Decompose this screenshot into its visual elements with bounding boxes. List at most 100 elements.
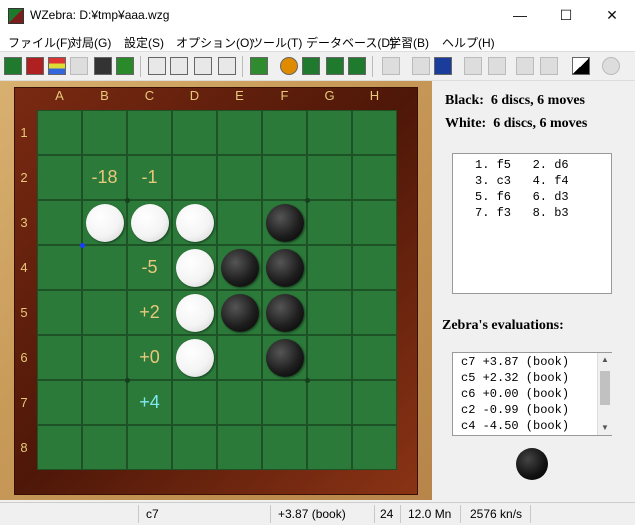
board-cell-a2[interactable] (37, 155, 82, 200)
menu-settings[interactable]: 設定(S) (124, 34, 164, 51)
board-cell-f2[interactable] (262, 155, 307, 200)
board-cell-g8[interactable] (307, 425, 352, 470)
scroll-down-icon[interactable]: ▼ (598, 421, 612, 435)
board-cell-b1[interactable] (82, 110, 127, 155)
board-cell-g2[interactable] (307, 155, 352, 200)
board-cell-h8[interactable] (352, 425, 397, 470)
move-list[interactable]: 1. f5 2. d6 3. c3 4. f4 5. f6 6. d3 7. f… (452, 153, 612, 294)
first-move-icon (412, 57, 430, 75)
book-icon[interactable] (26, 57, 44, 75)
board-cell-g4[interactable] (307, 245, 352, 290)
othello-board[interactable]: -18 -1 -5 +2 +0 +4 (37, 110, 397, 470)
minimize-button[interactable]: — (497, 0, 543, 31)
refresh-icon[interactable] (348, 57, 366, 75)
board-cell-a6[interactable] (37, 335, 82, 380)
board-cell-e1[interactable] (217, 110, 262, 155)
row-label: 3 (20, 215, 28, 230)
board-cell-h3[interactable] (352, 200, 397, 245)
menu-learn[interactable]: 学習(B) (389, 34, 429, 51)
board-cell-b8[interactable] (82, 425, 127, 470)
color-toggle-icon[interactable] (572, 57, 590, 75)
stack-icon[interactable] (48, 57, 66, 75)
board-cell-h4[interactable] (352, 245, 397, 290)
board-icon[interactable] (302, 57, 320, 75)
menu-file[interactable]: ファイル(F) (8, 34, 71, 51)
scroll-thumb[interactable] (600, 371, 610, 405)
board-cell-a4[interactable] (37, 245, 82, 290)
move-list-row: 7. f3 8. b3 (475, 206, 569, 220)
board-cell-h5[interactable] (352, 290, 397, 335)
scroll-up-icon[interactable]: ▲ (598, 353, 612, 367)
board-cell-b6[interactable] (82, 335, 127, 380)
board-cell-f1[interactable] (262, 110, 307, 155)
board-cell-a8[interactable] (37, 425, 82, 470)
column-label: C (144, 88, 155, 103)
statusbar-divider (270, 505, 271, 523)
move-eval[interactable]: -18 (82, 155, 127, 200)
menu-database[interactable]: データベース(D) (306, 34, 394, 51)
board-cell-b5[interactable] (82, 290, 127, 335)
white-disc (175, 338, 214, 377)
board-cell-f8[interactable] (262, 425, 307, 470)
board-cell-d2[interactable] (172, 155, 217, 200)
board-cell-d7[interactable] (172, 380, 217, 425)
open-folder-icon[interactable] (116, 57, 134, 75)
statusbar-move: c7 (146, 507, 159, 521)
close-button[interactable]: ✕ (589, 0, 635, 31)
board-cell-a3[interactable] (37, 200, 82, 245)
board-cell-e8[interactable] (217, 425, 262, 470)
board-cell-e7[interactable] (217, 380, 262, 425)
evaluation-row: c7 +3.87 (book) (461, 355, 570, 369)
board-cell-d1[interactable] (172, 110, 217, 155)
evaluation-scrollbar[interactable]: ▲ ▼ (597, 353, 612, 435)
best-move-eval[interactable]: +4 (127, 380, 172, 425)
new-game-icon[interactable] (4, 57, 22, 75)
board-cell-g1[interactable] (307, 110, 352, 155)
evaluation-list[interactable]: c7 +3.87 (book) c5 +2.32 (book) c6 +0.00… (452, 352, 612, 436)
board-cell-h2[interactable] (352, 155, 397, 200)
menu-help[interactable]: ヘルプ(H) (442, 34, 495, 51)
board-flip-icon[interactable] (326, 57, 344, 75)
save-icon[interactable] (94, 57, 112, 75)
engine-think-icon[interactable] (194, 57, 212, 75)
board-cell-f7[interactable] (262, 380, 307, 425)
board-cell-a1[interactable] (37, 110, 82, 155)
move-eval[interactable]: -5 (127, 245, 172, 290)
menu-tools[interactable]: ツール(T) (251, 34, 302, 51)
board-cell-g6[interactable] (307, 335, 352, 380)
menu-options[interactable]: オプション(O) (176, 34, 253, 51)
column-label: B (100, 88, 109, 103)
board-cell-b4[interactable] (82, 245, 127, 290)
download-icon[interactable] (250, 57, 268, 75)
maximize-button[interactable]: ☐ (543, 0, 589, 31)
board-cell-a5[interactable] (37, 290, 82, 335)
board-cell-c8[interactable] (127, 425, 172, 470)
board-cell-g5[interactable] (307, 290, 352, 335)
move-eval[interactable]: +0 (127, 335, 172, 380)
board-cell-g7[interactable] (307, 380, 352, 425)
stop-icon[interactable] (280, 57, 298, 75)
board-cell-c1[interactable] (127, 110, 172, 155)
board-cell-d8[interactable] (172, 425, 217, 470)
board-cell-h7[interactable] (352, 380, 397, 425)
board-cell-e3[interactable] (217, 200, 262, 245)
board-cell-b7[interactable] (82, 380, 127, 425)
move-eval[interactable]: +2 (127, 290, 172, 335)
board-cell-e2[interactable] (217, 155, 262, 200)
statusbar-divider (138, 505, 139, 523)
black-status: Black: 6 discs, 6 moves (445, 93, 585, 109)
zz-icon[interactable] (218, 57, 236, 75)
move-eval[interactable]: -1 (127, 155, 172, 200)
menu-game[interactable]: 対局(G) (70, 34, 111, 51)
black-label: Black: (445, 93, 484, 108)
statusbar-depth: 24 (380, 507, 394, 521)
prev-move-icon[interactable] (434, 57, 452, 75)
board-cell-e6[interactable] (217, 335, 262, 380)
board-cell-h1[interactable] (352, 110, 397, 155)
row-label: 5 (20, 305, 28, 320)
engine-play-icon[interactable] (170, 57, 188, 75)
swap-icon[interactable] (148, 57, 166, 75)
board-cell-h6[interactable] (352, 335, 397, 380)
board-cell-a7[interactable] (37, 380, 82, 425)
board-cell-g3[interactable] (307, 200, 352, 245)
